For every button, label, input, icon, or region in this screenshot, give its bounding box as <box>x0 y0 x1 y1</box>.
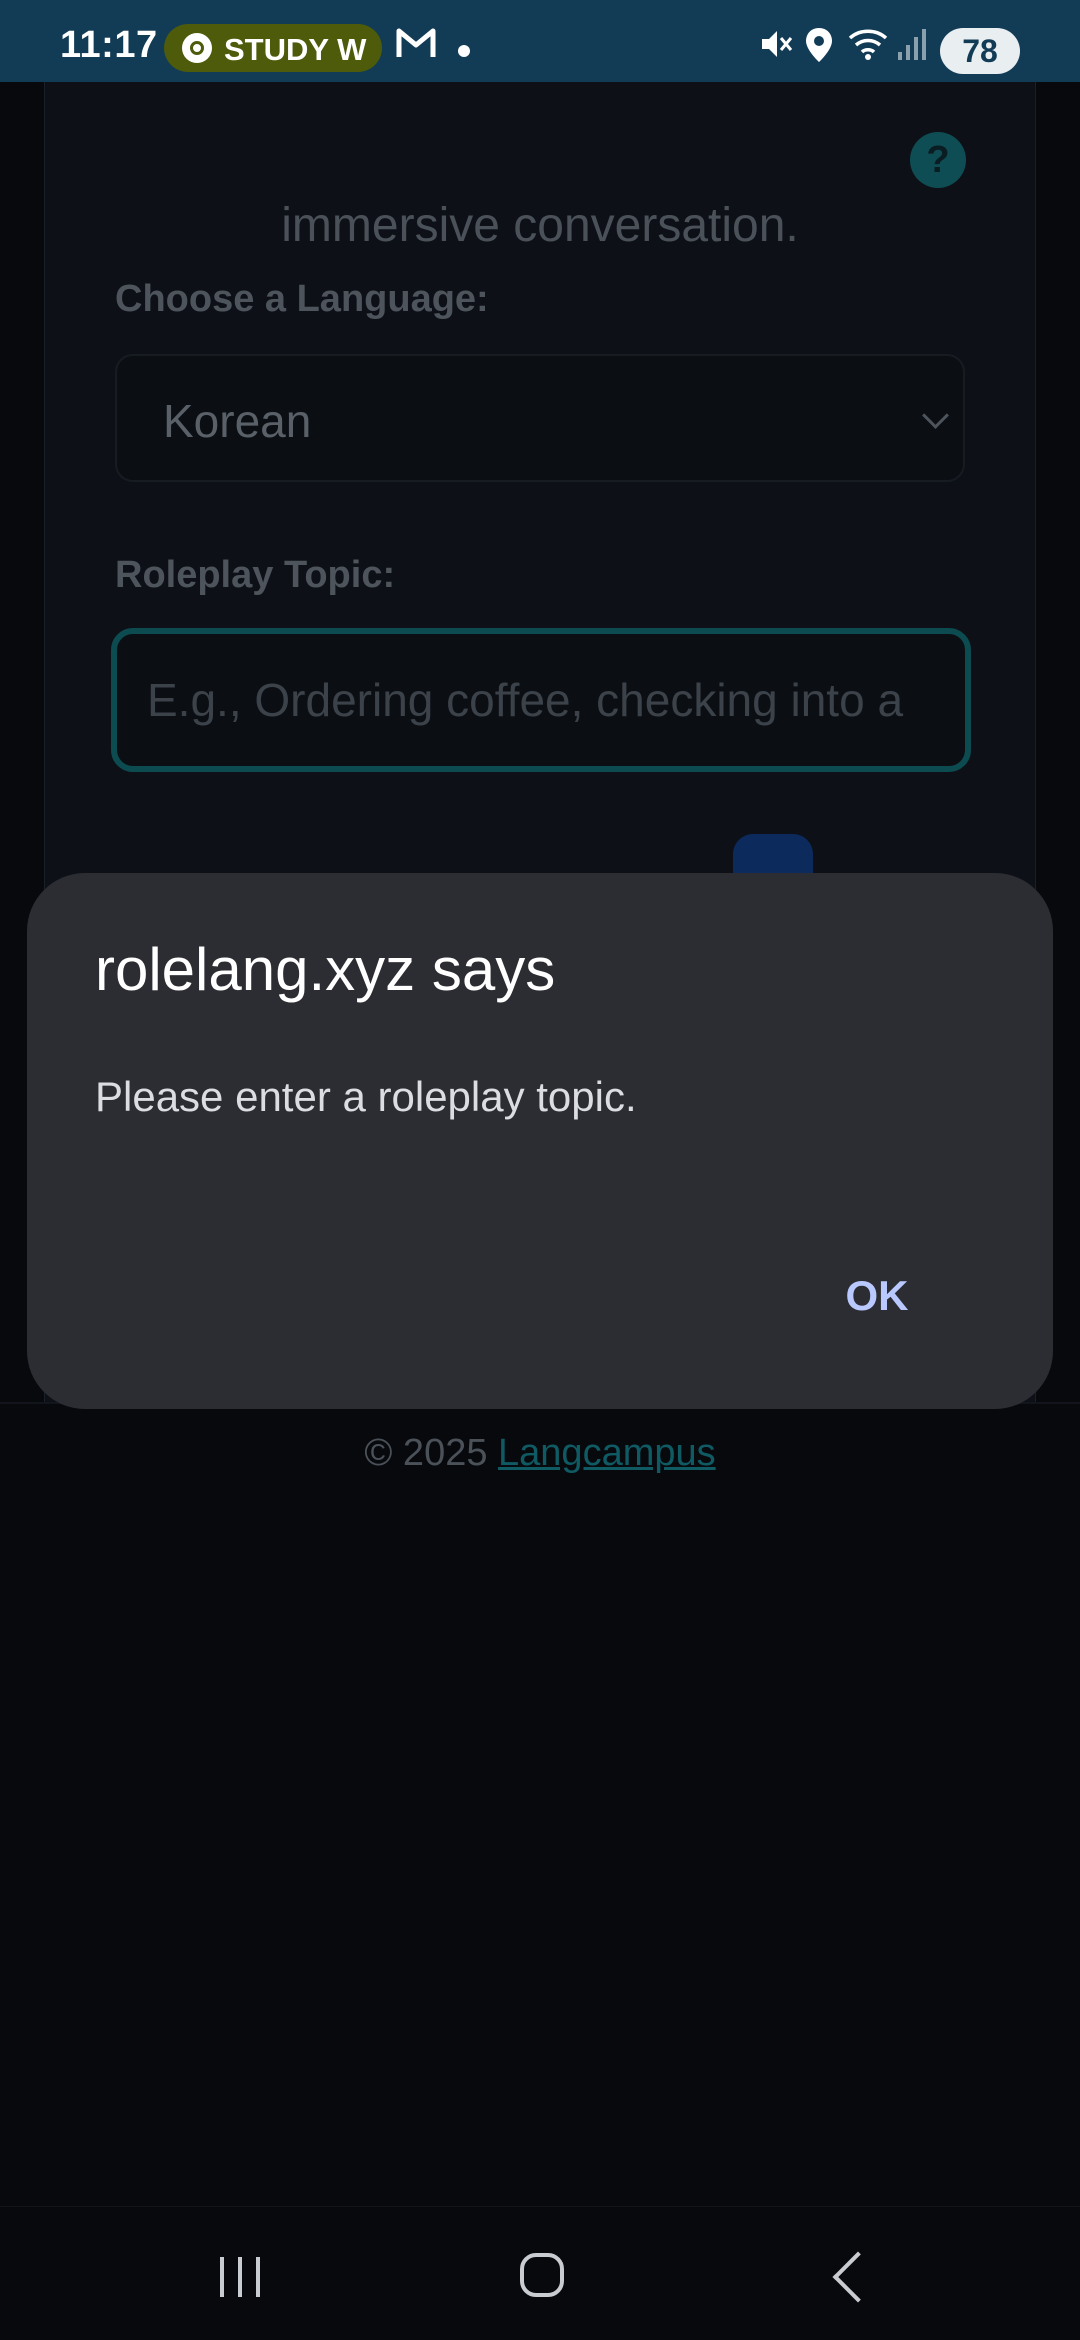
location-icon <box>804 26 834 69</box>
mute-icon <box>758 26 794 67</box>
study-timer-pill[interactable]: STUDY W <box>164 24 382 72</box>
help-button[interactable]: ? <box>910 132 966 188</box>
chevron-down-icon <box>922 402 949 429</box>
page-subtitle: immersive conversation. <box>281 199 799 252</box>
language-select-value: Korean <box>163 395 312 447</box>
signal-icon <box>896 26 928 67</box>
gmail-icon <box>396 26 436 68</box>
battery-icon: 78 <box>940 28 1020 74</box>
footer-copyright: © 2025 <box>364 1432 488 1474</box>
alert-dialog: rolelang.xyz says Please enter a rolepla… <box>27 873 1053 1409</box>
footer: © 2025 Langcampus <box>0 1432 1080 1475</box>
back-button-icon[interactable] <box>832 2251 884 2303</box>
ok-button[interactable]: OK <box>797 1251 957 1341</box>
study-pill-text: STUDY W <box>224 32 367 67</box>
recents-button-icon[interactable] <box>218 2257 264 2297</box>
subtitle-partial <box>45 132 1035 152</box>
language-label: Choose a Language: <box>115 278 489 320</box>
status-bar: 11:17 STUDY W 78 <box>0 0 1080 82</box>
notification-dot-icon <box>458 45 470 57</box>
status-time: 11:17 <box>60 24 158 66</box>
topic-label: Roleplay Topic: <box>115 554 396 596</box>
battery-level: 78 <box>962 33 998 69</box>
footer-link[interactable]: Langcampus <box>498 1432 716 1474</box>
dialog-message: Please enter a roleplay topic. <box>95 1073 637 1120</box>
topic-input[interactable] <box>111 628 971 772</box>
dialog-title: rolelang.xyz says <box>95 936 556 1003</box>
language-select[interactable]: Korean <box>115 354 965 482</box>
home-button-icon[interactable] <box>520 2253 564 2297</box>
screen: immersive conversation. ? Choose a Langu… <box>0 0 1080 2340</box>
timer-icon <box>182 33 212 63</box>
navigation-bar <box>0 2206 1080 2340</box>
wifi-icon <box>846 26 890 67</box>
